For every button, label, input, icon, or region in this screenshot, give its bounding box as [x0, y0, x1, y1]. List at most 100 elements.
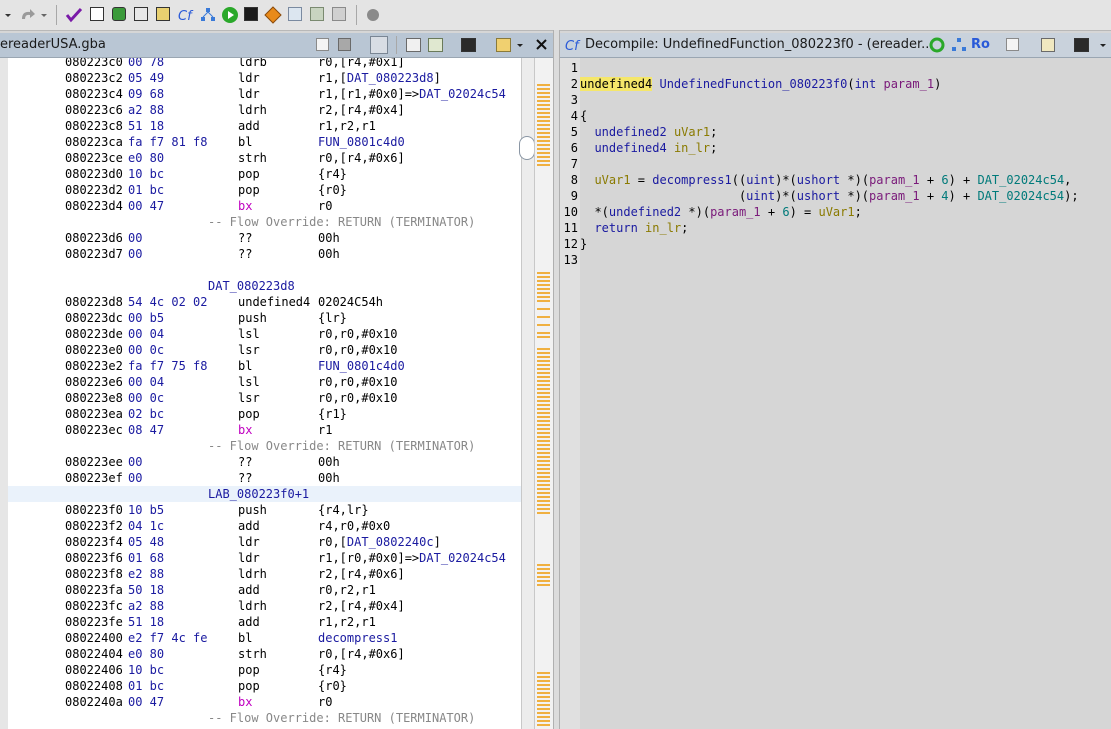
code-token[interactable]: decompress1 [652, 173, 731, 187]
code-token[interactable]: { [580, 109, 587, 123]
listing-label[interactable]: LAB_080223f0+1 [8, 486, 521, 502]
code-token[interactable]: ( [847, 77, 854, 91]
copy-icon[interactable] [1006, 38, 1019, 51]
checkmark-icon[interactable] [64, 6, 84, 24]
listing-row[interactable]: 080223c6 a2 88 ldrh r2,[r4,#0x4] [8, 102, 521, 118]
code-token[interactable]: uVar1 [594, 173, 630, 187]
listing-icon[interactable] [134, 7, 148, 21]
redo-dropdown-icon[interactable] [38, 6, 50, 24]
chevron-down-icon[interactable] [515, 38, 525, 52]
listing-row[interactable]: 08022404 e0 80 strh r0,[r4,#0x6] [8, 646, 521, 662]
options-icon[interactable] [496, 38, 511, 52]
dropdown-arrow-icon[interactable] [2, 6, 14, 24]
snapshot-icon[interactable] [1074, 38, 1089, 52]
edit-icon[interactable] [1041, 38, 1055, 52]
code-line[interactable]: } [580, 236, 587, 252]
code-token[interactable]: uVar1 [674, 125, 710, 139]
listing-row[interactable]: 080223e6 00 04 lsl r0,r0,#0x10 [8, 374, 521, 390]
listing-row[interactable]: 08022406 10 bc pop {r4} [8, 662, 521, 678]
code-token[interactable]: undefined2 [609, 205, 681, 219]
code-token[interactable]: *)( [840, 189, 869, 203]
listing-row[interactable]: 080223ef 00?? 00h [8, 470, 521, 486]
code-token[interactable]: DAT_02024c54 [977, 189, 1064, 203]
decompile-panel-title[interactable]: Decompile: UndefinedFunction_080223f0 - … [585, 37, 934, 52]
listing-row[interactable]: 080223fc a2 88 ldrh r2,[r4,#0x4] [8, 598, 521, 614]
decompile-view[interactable] [580, 58, 1111, 729]
listing-row[interactable]: 080223d0 10 bc pop {r4} [8, 166, 521, 182]
code-token[interactable]: ) + [949, 173, 978, 187]
code-token[interactable]: = [631, 173, 653, 187]
listing-row[interactable]: 080223dc 00 b5 push {lr} [8, 310, 521, 326]
code-line[interactable]: *(undefined2 *)(param_1 + 6) = uVar1; [580, 204, 862, 220]
code-token[interactable] [638, 221, 645, 235]
code-token[interactable]: in_lr [645, 221, 681, 235]
paste-icon[interactable] [338, 38, 351, 51]
listing-row[interactable]: 080223f0 10 b5 push {r4,lr} [8, 502, 521, 518]
listing-view[interactable]: 080223c0 00 78 ldrb r0,[r4,#0x1] 080223c2 05 … [8, 58, 521, 729]
listing-row[interactable]: 080223d7 00?? 00h [8, 246, 521, 262]
code-token[interactable]: (( [732, 173, 746, 187]
listing-row[interactable]: 080223d4 00 47 bx r0 [8, 198, 521, 214]
chevron-down-icon[interactable] [1098, 38, 1108, 52]
code-token[interactable]: undefined4 [594, 141, 666, 155]
code-token[interactable]: + [920, 173, 942, 187]
close-icon[interactable] [535, 38, 548, 51]
cursor-select-icon[interactable] [370, 36, 388, 54]
terminal-icon[interactable] [244, 7, 258, 21]
code-token[interactable] [580, 141, 594, 155]
code-token[interactable]: ) = [790, 205, 819, 219]
listing-row[interactable]: 080223c2 05 49 ldr r1,[DAT_080223d8] [8, 70, 521, 86]
code-token[interactable]: undefined2 [594, 125, 666, 139]
code-token[interactable]: param_1 [710, 205, 761, 219]
redo-icon[interactable] [18, 6, 38, 24]
copy-icon[interactable] [316, 38, 329, 51]
code-token[interactable]: UndefinedFunction_080223f0 [659, 77, 847, 91]
listing-row[interactable]: 080223d8 54 4c 02 02 undefined4 02024C54h [8, 294, 521, 310]
listing-row[interactable]: 08022400 e2 f7 4c fe bl decompress1 [8, 630, 521, 646]
code-token[interactable]: + [920, 189, 942, 203]
code-token[interactable]: , [1064, 173, 1071, 187]
listing-row[interactable]: 080223d2 01 bc pop {r0} [8, 182, 521, 198]
listing-row[interactable]: 08022408 01 bc pop {r0} [8, 678, 521, 694]
code-token[interactable] [667, 125, 674, 139]
function-graph-icon[interactable] [950, 37, 968, 53]
run-icon[interactable] [221, 6, 239, 24]
listing-scroll-thumb[interactable] [519, 136, 535, 160]
code-token[interactable]: ; [855, 205, 862, 219]
refresh-icon[interactable] [928, 37, 946, 53]
listing-panel-title[interactable]: ereaderUSA.gba [0, 37, 106, 52]
read-only-toggle[interactable]: Ro [971, 37, 990, 52]
code-line[interactable]: undefined4 UndefinedFunction_080223f0(in… [580, 76, 941, 92]
listing-label[interactable]: DAT_080223d8 [8, 278, 521, 294]
code-token[interactable]: } [580, 237, 587, 251]
code-token[interactable]: int [855, 77, 877, 91]
code-token[interactable]: uVar1 [818, 205, 854, 219]
code-token[interactable]: ushort [797, 173, 840, 187]
code-token[interactable]: param_1 [869, 189, 920, 203]
listing-row[interactable]: 0802240a 00 47 bx r0 [8, 694, 521, 710]
code-line[interactable]: (uint)*(ushort *)(param_1 + 4) + DAT_020… [580, 188, 1079, 204]
code-token[interactable]: 6 [941, 173, 948, 187]
bytes-icon[interactable] [90, 7, 104, 21]
flow-override-comment[interactable]: -- Flow Override: RETURN (TERMINATOR) [8, 710, 521, 726]
field-editor-icon[interactable] [406, 38, 421, 52]
code-token[interactable]: uint [746, 189, 775, 203]
code-line[interactable]: undefined4 in_lr; [580, 140, 717, 156]
code-token[interactable]: DAT_02024c54 [977, 173, 1064, 187]
code-token[interactable]: ; [710, 141, 717, 155]
code-token[interactable]: 6 [782, 205, 789, 219]
code-token[interactable]: ); [1064, 189, 1078, 203]
code-line[interactable]: uVar1 = decompress1((uint)*(ushort *)(pa… [580, 172, 1071, 188]
decompiler-icon[interactable]: Cf [177, 6, 195, 24]
listing-row[interactable]: 080223e0 00 0c lsr r0,r0,#0x10 [8, 342, 521, 358]
table-icon[interactable] [288, 7, 302, 21]
listing-row[interactable]: 080223e2 fa f7 75 f8 bl FUN_0801c4d0 [8, 358, 521, 374]
code-token[interactable]: )*( [775, 173, 797, 187]
code-token[interactable]: *)( [681, 205, 710, 219]
data-type-icon[interactable] [156, 7, 170, 21]
code-token[interactable]: 4 [941, 189, 948, 203]
flow-override-comment[interactable]: -- Flow Override: RETURN (TERMINATOR) [8, 438, 521, 454]
listing-row[interactable]: 080223fe 51 18 add r1,r2,r1 [8, 614, 521, 630]
code-line[interactable]: { [580, 108, 587, 124]
listing-overview-bar[interactable] [534, 58, 554, 729]
